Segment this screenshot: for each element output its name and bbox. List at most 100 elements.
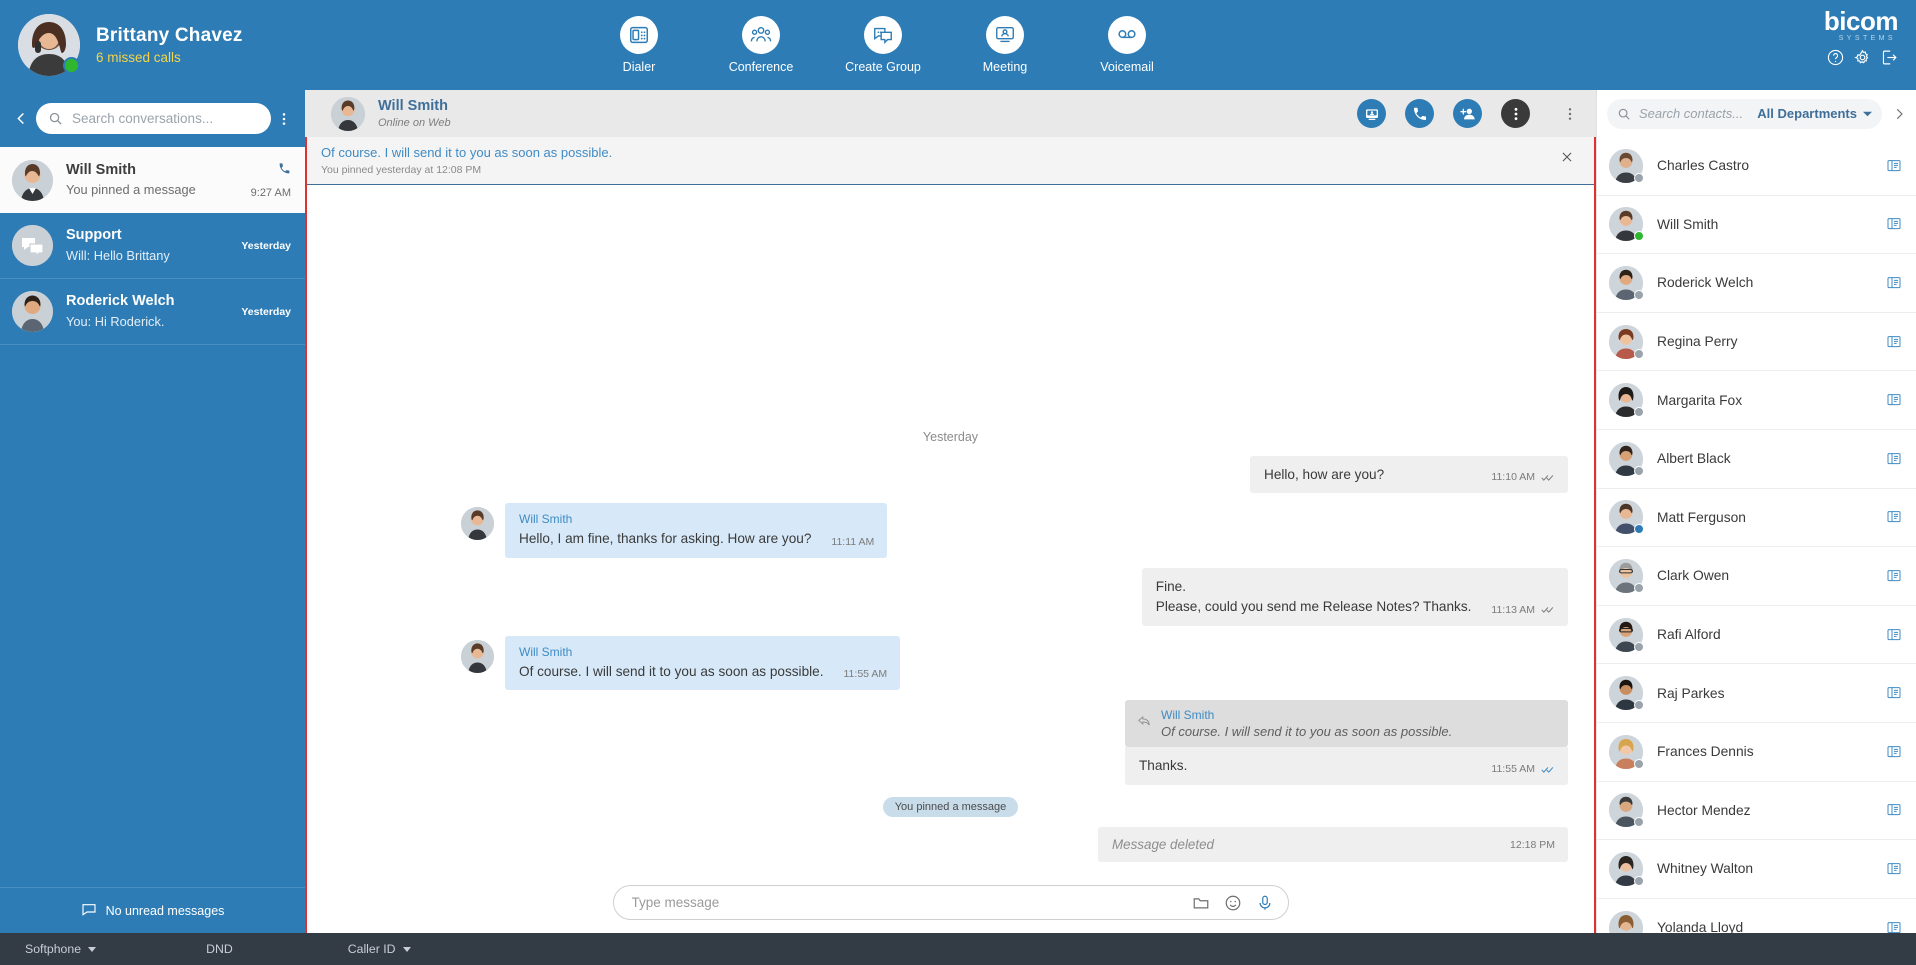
message-text: Fine. Please, could you send me Release …	[1156, 577, 1472, 616]
contact-chat-icon[interactable]	[1886, 568, 1902, 584]
conversation-preview: Will: Hello Brittany	[66, 247, 241, 265]
message-bubble-outgoing[interactable]: Fine. Please, could you send me Release …	[1142, 568, 1568, 625]
nav-create-group[interactable]: Create Group	[844, 16, 922, 74]
microphone-icon[interactable]	[1256, 894, 1274, 912]
nav-dialer[interactable]: Dialer	[600, 16, 678, 74]
presence-dot	[1634, 466, 1644, 476]
contact-row[interactable]: Margarita Fox	[1597, 371, 1916, 430]
search-conversations-input[interactable]	[72, 111, 259, 126]
expand-contacts-icon[interactable]	[1890, 107, 1908, 121]
search-icon	[1617, 107, 1631, 121]
message-bubble-outgoing[interactable]: Thanks. 11:55 AM	[1125, 747, 1568, 785]
contact-chat-icon[interactable]	[1886, 744, 1902, 760]
nav-conference[interactable]: Conference	[722, 16, 800, 74]
message-row: Fine. Please, could you send me Release …	[333, 568, 1568, 625]
pinned-message-text[interactable]: Of course. I will send it to you as soon…	[321, 144, 1560, 162]
contact-chat-icon[interactable]	[1886, 685, 1902, 701]
nav-meeting[interactable]: Meeting	[966, 16, 1044, 74]
info-icon[interactable]	[1501, 99, 1530, 128]
message-input[interactable]	[632, 895, 1178, 910]
search-contacts-box[interactable]: All Departments	[1607, 99, 1882, 129]
contact-chat-icon[interactable]	[1886, 861, 1902, 877]
video-call-icon[interactable]	[1357, 99, 1386, 128]
presence-dot	[1634, 876, 1644, 886]
contact-name: Will Smith	[1657, 217, 1886, 232]
close-icon[interactable]	[1560, 144, 1576, 169]
contact-chat-icon[interactable]	[1886, 802, 1902, 818]
message-bubble-incoming[interactable]: Will Smith Of course. I will send it to …	[505, 636, 900, 691]
contact-chat-icon[interactable]	[1886, 158, 1902, 174]
contact-row[interactable]: Albert Black	[1597, 430, 1916, 489]
dnd-toggle[interactable]: DND	[206, 942, 233, 956]
department-filter[interactable]: All Departments	[1757, 106, 1872, 121]
contact-chat-icon[interactable]	[1886, 920, 1902, 933]
message-time: 11:55 AM	[1491, 763, 1535, 775]
message-sender-avatar	[461, 640, 494, 673]
contact-chat-icon[interactable]	[1886, 627, 1902, 643]
contact-row[interactable]: Regina Perry	[1597, 313, 1916, 372]
contact-chat-icon[interactable]	[1886, 451, 1902, 467]
missed-calls-status[interactable]: 6 missed calls	[96, 50, 243, 65]
top-header: Brittany Chavez 6 missed calls Dialer Co…	[0, 0, 1916, 90]
message-row: Will Smith Hello, I am fine, thanks for …	[333, 503, 1568, 558]
create-group-icon	[864, 16, 902, 54]
brand-subtitle: SYSTEMS	[1824, 35, 1896, 42]
add-participant-icon[interactable]	[1453, 99, 1482, 128]
attach-folder-icon[interactable]	[1192, 894, 1210, 912]
search-conversations-box[interactable]	[36, 103, 271, 134]
contact-row[interactable]: Roderick Welch	[1597, 254, 1916, 313]
contact-chat-icon[interactable]	[1886, 509, 1902, 525]
contact-chat-icon[interactable]	[1886, 275, 1902, 291]
conversation-item-roderick-welch[interactable]: Roderick Welch You: Hi Roderick. Yesterd…	[0, 279, 305, 345]
deleted-message: Message deleted 12:18 PM	[1098, 827, 1568, 862]
gear-icon[interactable]	[1854, 49, 1871, 71]
phone-call-icon[interactable]	[1405, 99, 1434, 128]
contact-chat-icon[interactable]	[1886, 334, 1902, 350]
contact-row[interactable]: Charles Castro	[1597, 137, 1916, 196]
contact-name: Margarita Fox	[1657, 393, 1886, 408]
composer-input-wrap[interactable]	[613, 885, 1289, 920]
presence-dot	[1634, 349, 1644, 359]
collapse-sidebar-icon[interactable]	[6, 111, 36, 126]
conversation-item-will-smith[interactable]: Will Smith You pinned a message 9:27 AM	[0, 147, 305, 213]
avatar	[18, 14, 80, 76]
contact-row[interactable]: Frances Dennis	[1597, 723, 1916, 782]
message-time: 12:18 PM	[1510, 839, 1555, 851]
logout-icon[interactable]	[1881, 49, 1898, 71]
contact-row[interactable]: Whitney Walton	[1597, 840, 1916, 899]
presence-dot	[1634, 524, 1644, 534]
contact-chat-icon[interactable]	[1886, 392, 1902, 408]
presence-dot	[1634, 642, 1644, 652]
message-text: Hello, how are you?	[1264, 465, 1471, 485]
nav-voicemail[interactable]: Voicemail	[1088, 16, 1166, 74]
contact-row[interactable]: Rafi Alford	[1597, 606, 1916, 665]
message-bubble-incoming[interactable]: Will Smith Hello, I am fine, thanks for …	[505, 503, 887, 558]
search-contacts-input[interactable]	[1639, 106, 1749, 121]
contact-row[interactable]: Matt Ferguson	[1597, 489, 1916, 548]
chat-kebab-menu-icon[interactable]	[1562, 106, 1578, 122]
contact-chat-icon[interactable]	[1886, 216, 1902, 232]
caller-id-selector[interactable]: Caller ID	[348, 942, 411, 956]
conversation-item-support[interactable]: Support Will: Hello Brittany Yesterday	[0, 213, 305, 279]
quoted-message[interactable]: Will Smith Of course. I will send it to …	[1125, 700, 1568, 747]
help-icon[interactable]	[1827, 49, 1844, 71]
softphone-selector[interactable]: Softphone	[25, 942, 96, 956]
contacts-panel: All Departments Charles Castro	[1596, 90, 1916, 933]
presence-dot	[1634, 290, 1644, 300]
contact-row[interactable]: Hector Mendez	[1597, 782, 1916, 841]
user-profile[interactable]: Brittany Chavez 6 missed calls	[0, 14, 320, 76]
sidebar-kebab-menu-icon[interactable]	[271, 111, 297, 127]
presence-indicator	[63, 57, 80, 74]
department-filter-label: All Departments	[1757, 106, 1857, 121]
sidebar-search-row	[0, 90, 305, 147]
nav-conference-label: Conference	[729, 60, 794, 74]
contact-row[interactable]: Will Smith	[1597, 196, 1916, 255]
emoji-icon[interactable]	[1224, 894, 1242, 912]
system-pin-notice: You pinned a message	[883, 797, 1019, 817]
message-bubble-outgoing[interactable]: Hello, how are you? 11:10 AM	[1250, 456, 1568, 494]
reply-arrow-icon	[1137, 708, 1151, 733]
contact-row[interactable]: Raj Parkes	[1597, 664, 1916, 723]
contact-row[interactable]: Yolanda Lloyd	[1597, 899, 1916, 933]
chevron-down-icon	[403, 947, 411, 952]
contact-row[interactable]: Clark Owen	[1597, 547, 1916, 606]
